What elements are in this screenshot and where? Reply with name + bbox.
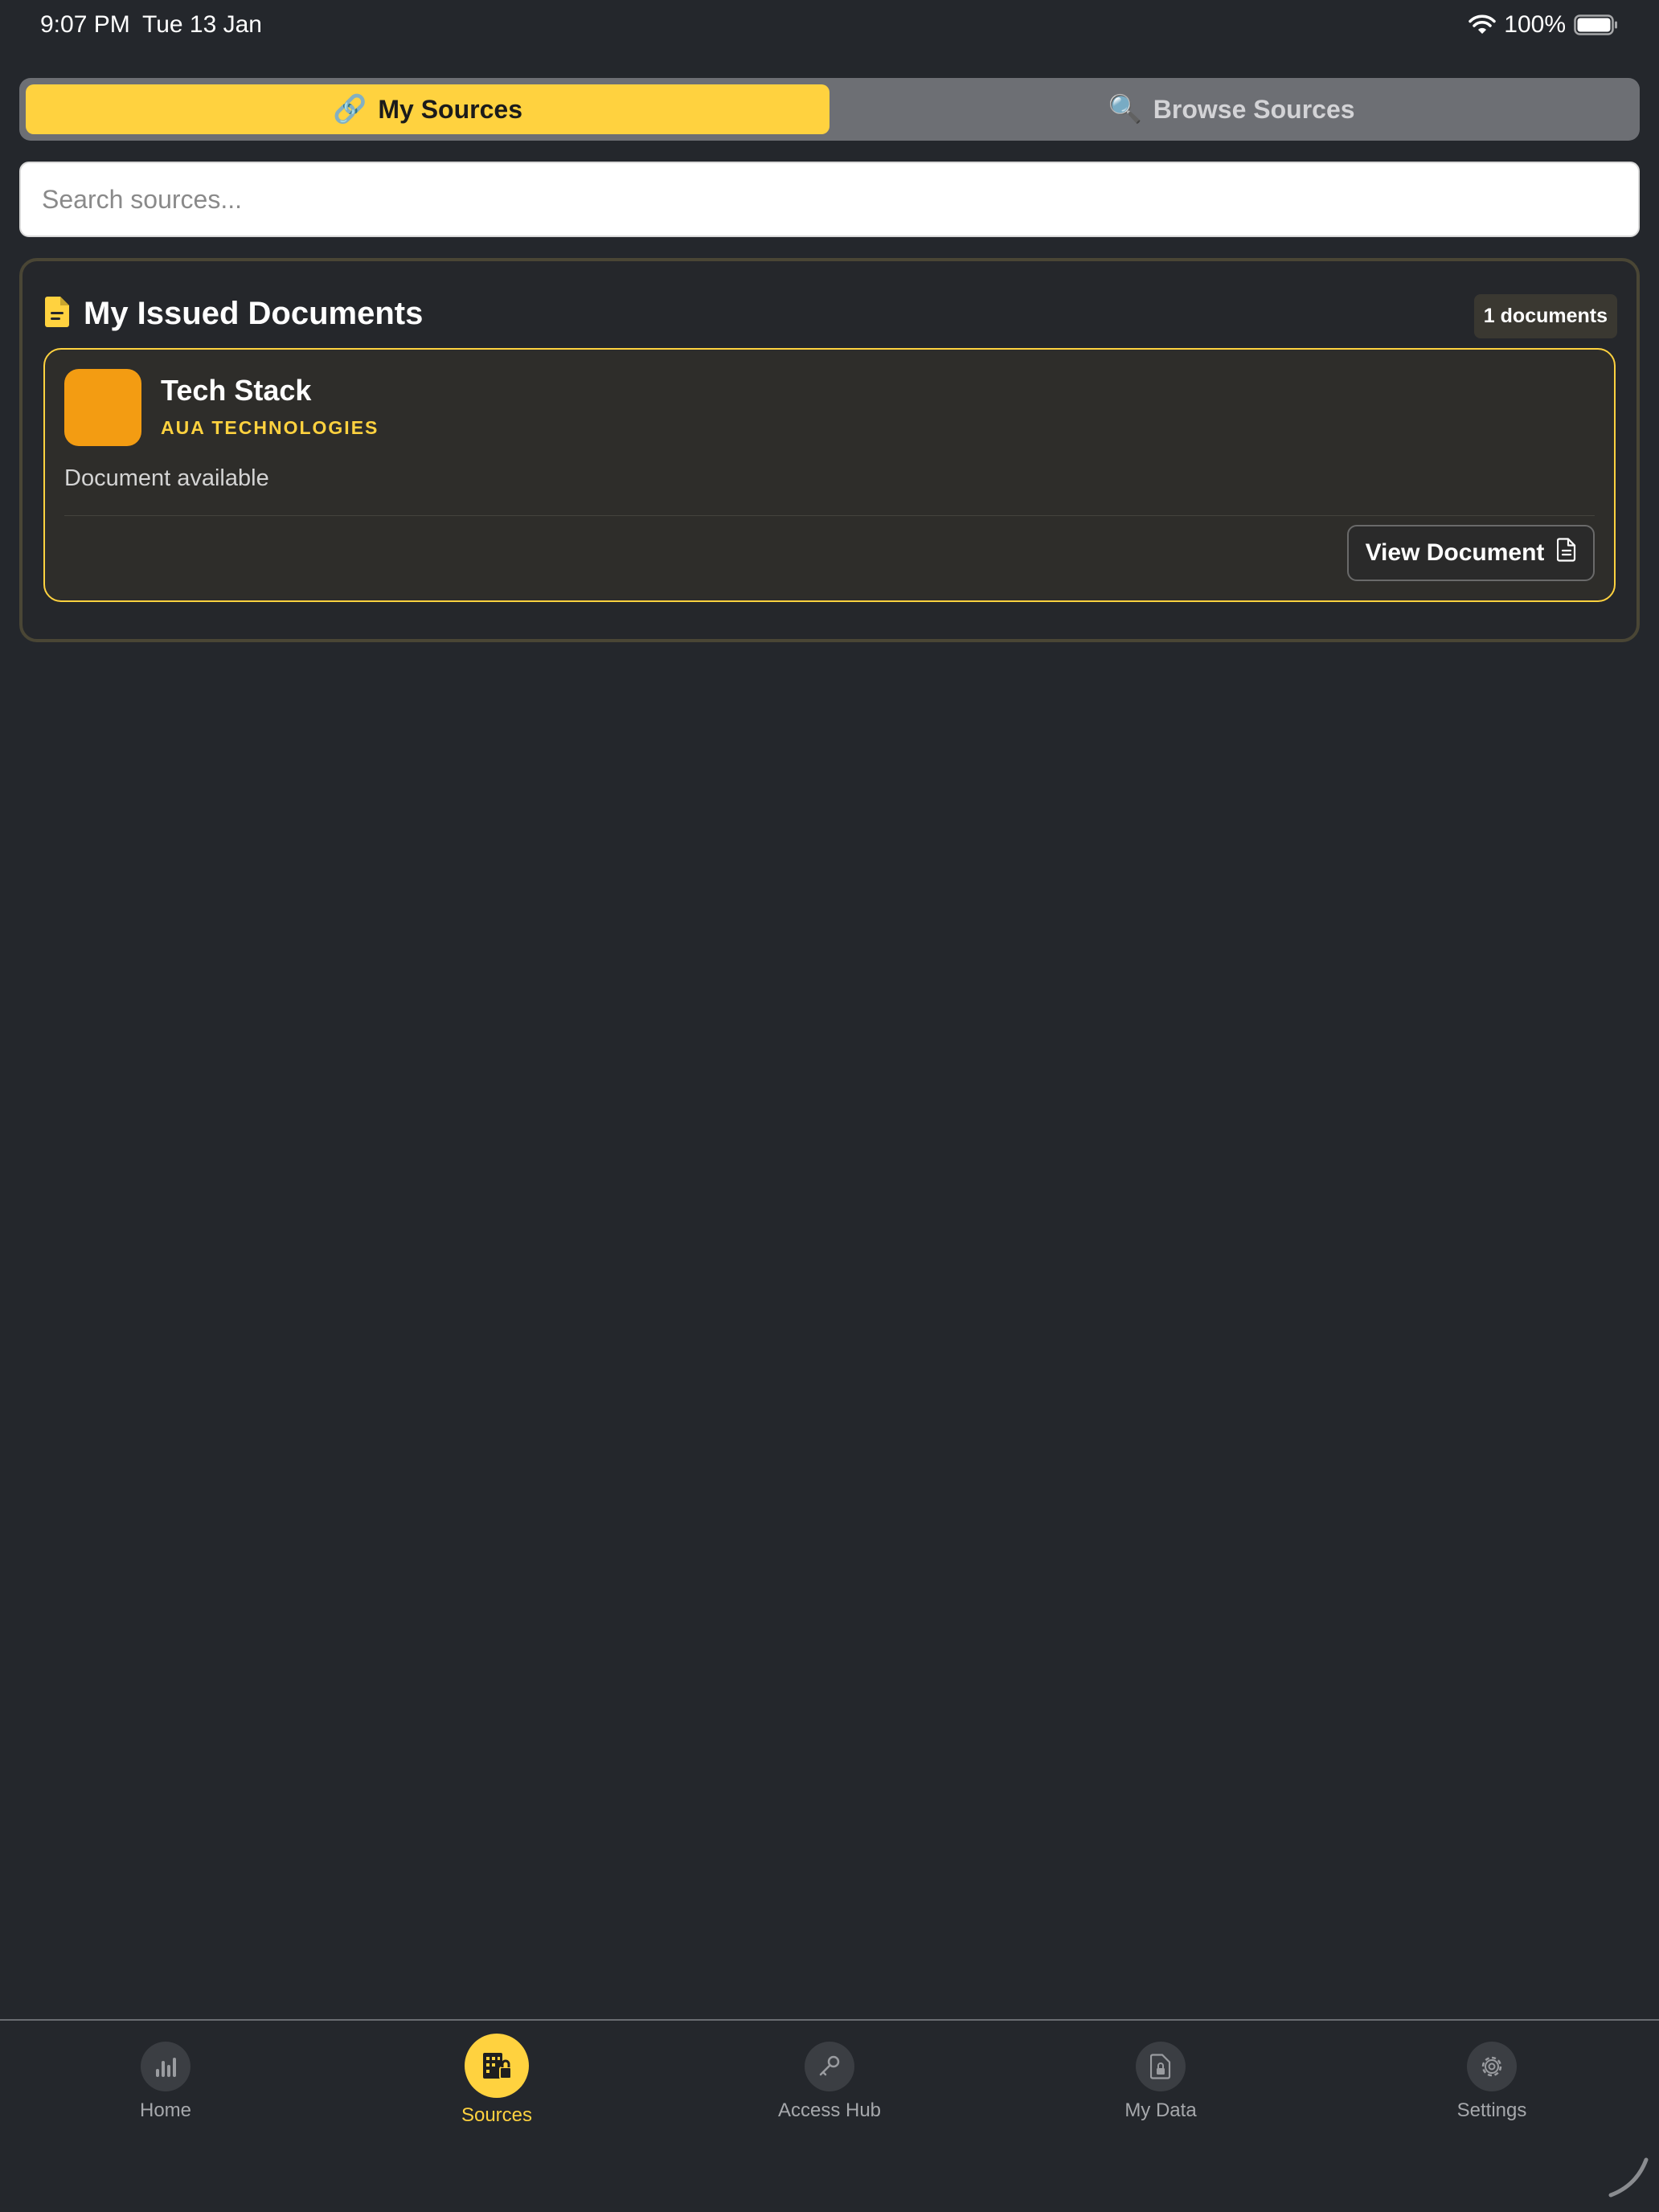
wifi-icon <box>1469 14 1497 35</box>
document-status: Document available <box>64 465 269 491</box>
search-icon: 🔍 <box>1108 94 1142 125</box>
link-icon: 🔗 <box>333 94 367 125</box>
document-card[interactable]: Tech Stack AUA TECHNOLOGIES Document ava… <box>43 348 1616 602</box>
document-issuer: AUA TECHNOLOGIES <box>161 417 379 438</box>
nav-sources[interactable]: Sources <box>416 2021 577 2133</box>
nav-my-data[interactable]: My Data <box>1080 2021 1241 2133</box>
nav-my-data-label: My Data <box>1124 2099 1197 2121</box>
status-time: 9:07 PM <box>40 11 130 38</box>
page: 9:07 PM Tue 13 Jan 100% 🔗 My Sources 🔍 B… <box>0 0 1659 2212</box>
nav-sources-label: Sources <box>461 2104 533 2126</box>
divider <box>64 515 1595 516</box>
building-lock-icon <box>465 2034 529 2098</box>
tab-browse-sources[interactable]: 🔍 Browse Sources <box>830 84 1633 134</box>
status-bar: 9:07 PM Tue 13 Jan 100% <box>0 0 1659 51</box>
tab-my-sources[interactable]: 🔗 My Sources <box>26 84 830 134</box>
nav-settings-label: Settings <box>1456 2099 1527 2121</box>
section-header: My Issued Documents 1 documents <box>45 289 1617 338</box>
view-document-button[interactable]: View Document <box>1347 525 1595 581</box>
tab-browse-sources-label: Browse Sources <box>1153 94 1355 124</box>
section-title: My Issued Documents <box>84 295 424 331</box>
nav-access-hub-label: Access Hub <box>777 2099 882 2121</box>
nav-home[interactable]: Home <box>85 2021 246 2133</box>
document-count-badge: 1 documents <box>1473 294 1617 338</box>
search-input[interactable] <box>42 184 1638 215</box>
bar-chart-icon <box>141 2042 190 2091</box>
nav-access-hub[interactable]: Access Hub <box>749 2021 910 2133</box>
file-icon <box>1557 538 1576 568</box>
issued-documents-section: My Issued Documents 1 documents Tech Sta… <box>19 258 1640 642</box>
view-document-label: View Document <box>1365 539 1545 566</box>
battery-icon <box>1574 14 1619 35</box>
corner-gesture-indicator <box>1604 2153 1653 2206</box>
bottom-tab-bar: Home Sources Access Hub My Data Settings <box>0 2019 1659 2212</box>
search-field <box>19 162 1640 237</box>
document-title: Tech Stack <box>161 374 312 407</box>
status-indicators: 100% <box>1469 11 1619 39</box>
source-tabs: 🔗 My Sources 🔍 Browse Sources <box>19 78 1640 141</box>
document-lock-icon <box>1136 2042 1186 2091</box>
status-date: Tue 13 Jan <box>142 11 262 38</box>
battery-percent: 100% <box>1504 11 1566 38</box>
nav-home-label: Home <box>139 2099 192 2121</box>
nav-settings[interactable]: Settings <box>1411 2021 1572 2133</box>
key-icon <box>805 2042 854 2091</box>
document-icon <box>45 296 69 331</box>
document-thumbnail <box>64 369 141 446</box>
tab-my-sources-label: My Sources <box>378 94 522 124</box>
gear-icon <box>1467 2042 1517 2091</box>
